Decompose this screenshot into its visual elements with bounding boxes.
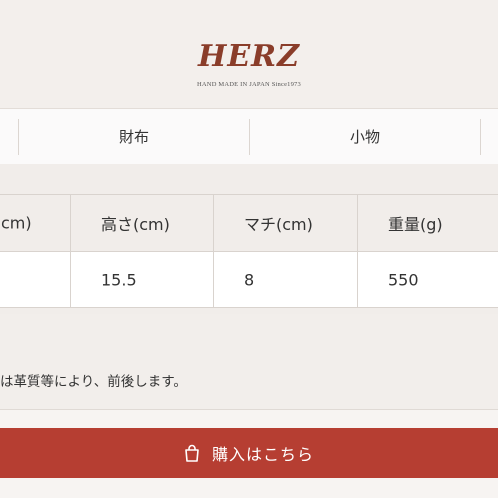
spec-header-height: 高さ(cm) [70,194,214,252]
spec-header-depth: マチ(cm) [213,194,358,252]
buy-button-label: 購入はこちら [211,445,314,464]
shopping-bag-icon [184,444,200,462]
spec-value-depth: 8 [213,251,358,308]
buy-button[interactable]: 購入はこちら [0,428,498,478]
tab-wallets[interactable]: 財布 [19,109,249,165]
site-header: HERZ HAND MADE IN JAPAN Since1973 [0,0,498,108]
spec-value-weight: 550 [357,251,498,308]
spec-note: は革質等により、前後します。 [0,374,187,390]
nav-divider [480,119,481,155]
brand-tagline: HAND MADE IN JAPAN Since1973 [197,81,301,88]
category-nav: 財布 小物 [0,108,498,166]
spec-value-height: 15.5 [70,251,214,308]
spec-table: cm) 高さ(cm) マチ(cm) 重量(g) 15.5 8 550 [0,164,498,314]
tab-accessories[interactable]: 小物 [250,109,480,165]
spec-value-width [0,251,71,308]
spec-header-width: cm) [0,194,71,252]
spec-header-weight: 重量(g) [357,194,498,252]
brand-logo[interactable]: HERZ [0,40,498,74]
